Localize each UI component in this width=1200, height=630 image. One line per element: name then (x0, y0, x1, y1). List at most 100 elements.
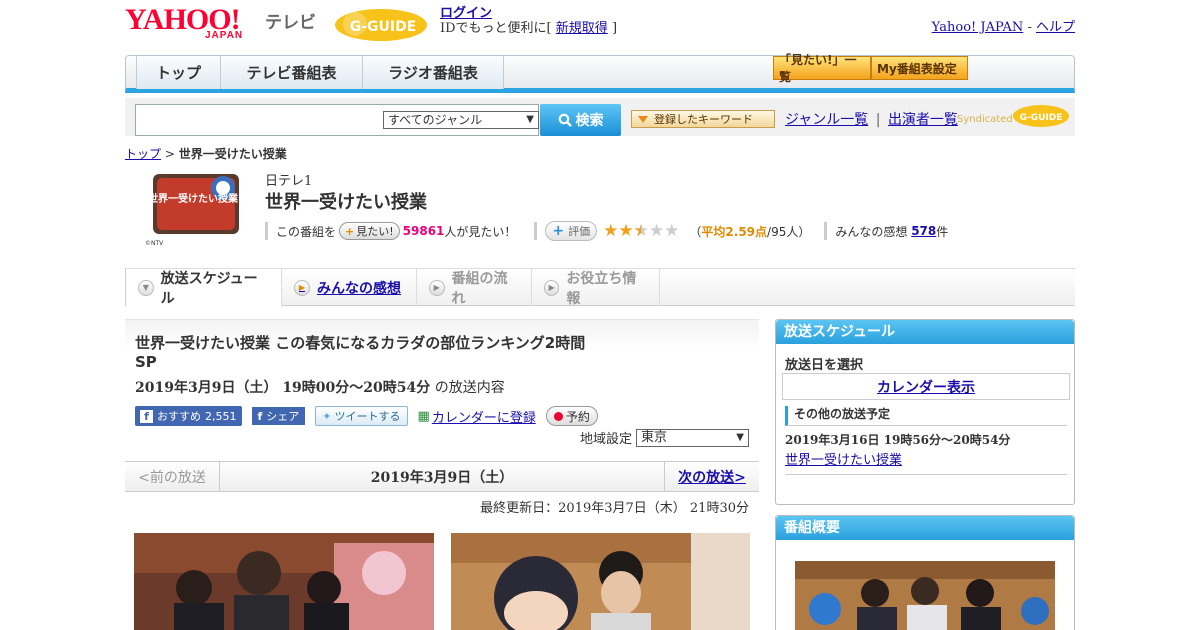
calendar-register-link[interactable]: カレンダーに登録 (432, 407, 536, 426)
schedule-box-title: 放送スケジュール (776, 320, 1074, 344)
genre-list-link[interactable]: ジャンル一覧 (785, 112, 868, 128)
breadcrumb-current: 世界一受けたい授業 (178, 147, 287, 161)
divider (785, 474, 1067, 475)
tab-schedule-label: 放送スケジュール (160, 270, 258, 307)
star-icon: ★ (603, 221, 619, 241)
page: YAHOO! JAPAN テレビ G-GUIDE ログイン IDでもっと便利に[… (125, 0, 1075, 630)
tab-useful-info-label: お役立ち情報 (566, 270, 637, 307)
program-title: 世界一受けたい授業 (265, 192, 427, 213)
current-broadcast-date: 2019年3月9日（土） (370, 469, 514, 486)
chevron-down-icon: ▼ (526, 114, 534, 125)
search-button-label: 検索 (575, 113, 604, 129)
episode-photo (451, 533, 750, 630)
tab-schedule[interactable]: ▼ 放送スケジュール (125, 269, 282, 307)
chevron-right-icon: ▶ (294, 279, 310, 296)
calendar-icon: ▦ (417, 408, 430, 424)
divider (265, 222, 268, 240)
chevron-right-icon: ▶ (544, 279, 560, 296)
nav-tab-radio[interactable]: ラジオ番組表 (362, 56, 504, 89)
rating-average: 平均2.59点 (701, 224, 768, 239)
region-select[interactable]: 東京 ▼ (636, 428, 749, 447)
broadcast-pager: <前の放送 2019年3月9日（土） 次の放送> (125, 461, 759, 492)
select-date-label: 放送日を選択 (785, 358, 864, 373)
logo-sub: JAPAN (205, 30, 244, 41)
top-links-separator: - (1027, 20, 1032, 35)
genre-select[interactable]: すべてのジャンル ▼ (383, 111, 539, 129)
summary-box-title: 番組概要 (776, 516, 1074, 540)
gguide-text: G-GUIDE (350, 19, 417, 35)
mitai-list-button[interactable]: 「見たい!」一覧 (773, 53, 871, 84)
program-thumbnail: 世界一受けたい授業 ©NTV (145, 174, 239, 247)
tv-label[interactable]: テレビ (265, 8, 316, 33)
breadcrumb-separator: > (164, 147, 175, 161)
star-icon: ★ (664, 221, 680, 241)
reserve-label: 予約 (565, 409, 590, 424)
other-broadcasts-label: その他の放送予定 (785, 406, 1067, 426)
star-icon: ★ (618, 221, 634, 241)
watch-button[interactable]: + 見たい! (339, 222, 400, 240)
login-note-prefix: IDでもっと便利に[ (440, 21, 552, 36)
tweet-button[interactable]: ✦ ツイートする (315, 406, 408, 426)
thumb-credit: ©NTV (145, 240, 164, 247)
other-broadcast-link[interactable]: 世界一受けたい授業 (785, 449, 902, 468)
main-nav: トップ テレビ番組表 ラジオ番組表 「見たい!」一覧 My番組表設定 (125, 53, 1075, 93)
my-schedule-button[interactable]: My番組表設定 (871, 56, 968, 80)
help-link[interactable]: ヘルプ (1036, 20, 1075, 35)
facebook-recommend-label: おすすめ (157, 410, 201, 423)
breadcrumb-home[interactable]: トップ (125, 147, 161, 161)
triangle-down-icon (638, 115, 648, 123)
cast-list-link[interactable]: 出演者一覧 (888, 112, 958, 128)
episode-panel: 世界一受けたい授業 この春気になるカラダの部位ランキング2時間SP 2019年3… (125, 319, 759, 459)
impressions-count[interactable]: 578 (911, 224, 936, 238)
keyword-button[interactable]: 登録したキーワード (631, 110, 775, 128)
nav-tab-top[interactable]: トップ (136, 56, 221, 89)
search-links: ジャンル一覧 | 出演者一覧 (785, 109, 958, 129)
tab-impressions[interactable]: ▶ みんなの感想 (282, 269, 417, 306)
tab-flow: ▶ 番組の流れ (417, 269, 532, 307)
rate-button-label: 評価 (568, 225, 591, 238)
genre-select-value: すべてのジャンル (388, 113, 483, 127)
login-area: ログイン IDでもっと便利に[ 新規取得 ] (440, 6, 617, 36)
calendar-view-link[interactable]: カレンダー表示 (782, 373, 1070, 400)
episode-title: 世界一受けたい授業 この春気になるカラダの部位ランキング2時間SP (135, 334, 586, 371)
tab-flow-label: 番組の流れ (451, 270, 508, 307)
syndicated-label: Syndicated (957, 114, 1013, 125)
watch-count: 59861 (402, 224, 445, 238)
chevron-down-icon: ▼ (736, 431, 744, 443)
watch-prefix: この番組を (276, 224, 337, 239)
breadcrumb: トップ > 世界一受けたい授業 (125, 145, 287, 162)
syndicated-logo-text: G-GUIDE (1020, 113, 1063, 123)
region-label: 地域設定 (579, 432, 632, 447)
rating-stars: ★★★★★★ (603, 221, 679, 241)
plus-icon: + (552, 223, 565, 239)
calendar-register[interactable]: ▦ カレンダーに登録 (418, 407, 536, 426)
syndicated-logo: Syndicated G-GUIDE (957, 105, 1069, 127)
rate-button[interactable]: + 評価 (545, 221, 598, 241)
watch-suffix: 人が見たい！ (444, 224, 517, 239)
yahoo-japan-logo[interactable]: YAHOO! JAPAN (125, 5, 261, 42)
keyword-button-label: 登録したキーワード (654, 113, 753, 126)
login-note-suffix: ] (611, 21, 618, 36)
program-stats: この番組を +見たい! 59861 人が見たい！ +評価 ★★★★★★ （平均2… (265, 221, 948, 241)
facebook-recommend-button[interactable]: f おすすめ 2,551 (135, 406, 242, 426)
link-separator: | (875, 112, 881, 128)
channel-name: 日テレ1 (265, 174, 313, 189)
nav-tabs: トップ テレビ番組表 ラジオ番組表 (136, 56, 504, 89)
twitter-icon: ✦ (322, 409, 332, 423)
last-updated: 最終更新日：2019年3月7日（木） 21時30分 (480, 501, 749, 516)
next-broadcast-link[interactable]: 次の放送> (664, 462, 759, 491)
facebook-recommend-count: 2,551 (205, 409, 237, 423)
login-link[interactable]: ログイン (440, 6, 492, 21)
nav-tab-tv[interactable]: テレビ番組表 (220, 56, 363, 89)
signup-link[interactable]: 新規取得 (556, 21, 608, 36)
chevron-down-icon: ▼ (138, 279, 154, 296)
search-button[interactable]: 検索 (540, 104, 621, 136)
plus-icon: + (345, 224, 355, 238)
facebook-share-button[interactable]: f シェア (251, 407, 306, 425)
yahoo-japan-link[interactable]: Yahoo! JAPAN (932, 20, 1024, 35)
divider (824, 222, 828, 240)
gguide-logo: G-GUIDE (335, 9, 427, 41)
search-bar: すべてのジャンル ▼ 検索 登録したキーワード ジャンル一覧 | 出演者一覧 S… (125, 98, 1075, 136)
summary-photo (795, 561, 1055, 630)
reserve-button[interactable]: 予約 (545, 406, 598, 426)
